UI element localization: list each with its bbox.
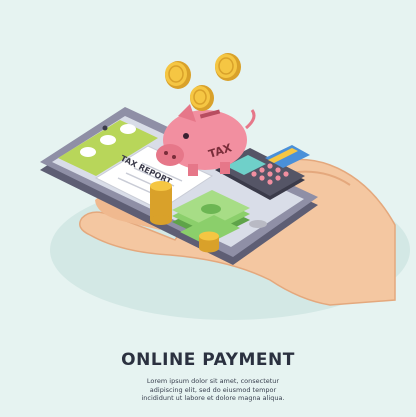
online-payment-illustration: TAX REPORT TAX bbox=[40, 53, 410, 320]
description-line: incididunt ut labore et dolore magna ali… bbox=[141, 394, 285, 403]
description-line: adipiscing elit, sed do eiusmod tempor bbox=[149, 385, 277, 394]
illustration-title: ONLINE PAYMENT bbox=[121, 350, 295, 370]
description-line: Lorem ipsum dolor sit amet, consectetur bbox=[146, 377, 280, 385]
illustration-description: Lorem ipsum dolor sit amet, consectetur … bbox=[118, 377, 308, 403]
illustration-canvas: TAX REPORT TAX ONLINE PAYMENT Lorem ipsu… bbox=[0, 0, 416, 417]
falling-coins-illustration bbox=[165, 53, 241, 111]
